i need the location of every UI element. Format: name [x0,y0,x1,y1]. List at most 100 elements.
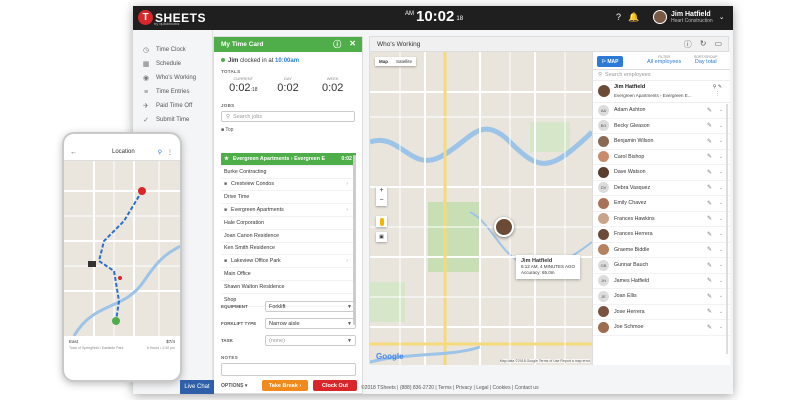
edit-icon[interactable]: ✎ [707,262,712,269]
options-button[interactable]: OPTIONS ▾ [221,383,247,389]
chevron-down-icon[interactable]: ⌄ [719,107,723,113]
chevron-down-icon[interactable]: ⌄ [719,13,725,21]
edit-icon[interactable]: ✎ [707,138,712,145]
top-jobs-toggle[interactable]: ■ Top [214,122,362,133]
back-arrow-icon[interactable]: ← [70,149,77,156]
map-toggle-button[interactable]: ⚐ MAP [597,56,623,67]
edit-icon[interactable]: ✎ [707,293,712,300]
job-item[interactable]: Hale Corporation [221,217,356,230]
edit-icon[interactable]: ✎ [707,200,712,207]
edit-icon[interactable]: ✎ [707,246,712,253]
job-item[interactable]: Ken Smith Residence [221,243,356,256]
pin-icon[interactable]: ⚲ [158,149,162,156]
chevron-down-icon[interactable]: ⌄ [719,309,723,315]
edit-icon[interactable]: ✎ [707,122,712,129]
chevron-down-icon[interactable]: ⌄ [719,231,723,237]
close-icon[interactable]: ✕ [349,39,356,50]
sidebar-item-submit-time[interactable]: ✓ Submit Time [133,113,212,127]
sidebar-item-time-entries[interactable]: ≡ Time Entries [133,85,212,99]
search-jobs-input[interactable]: ⚲ Search jobs [221,111,355,122]
map-view[interactable]: Map Satellite + − ▣ Jim Hatfield 6:12 AM… [370,52,592,365]
edit-icon[interactable]: ✎ [707,184,712,191]
chevron-down-icon[interactable]: ⌄ [719,200,723,206]
employee-row[interactable]: Frances Herrera ✎ ⌄ [593,227,730,243]
more-icon[interactable]: ⋮ [715,91,720,97]
street-view-icon[interactable]: ▣ [376,232,387,242]
job-item[interactable]: ■ Lakeview Office Park › [221,255,356,269]
edit-icon[interactable]: ✎ [707,277,712,284]
employee-row[interactable]: DV Debra Vasquez ✎ ⌄ [593,181,730,196]
edit-icon[interactable]: ✎ [718,84,722,90]
chevron-down-icon[interactable]: ⌄ [719,154,723,160]
refresh-icon[interactable]: ↻ [700,39,707,50]
chevron-down-icon[interactable]: ⌄ [719,169,723,175]
notes-textarea[interactable] [221,363,356,376]
sidebar-item-paid-time-off[interactable]: ✈ Paid Time Off [133,99,212,113]
job-item-active[interactable]: ★ Evergreen Apartments › Evergreen E 0:02 [221,153,356,166]
chevron-down-icon[interactable]: ⌄ [719,293,723,299]
chevron-down-icon[interactable]: ⌄ [719,138,723,144]
bell-icon[interactable]: 🔔 [628,12,639,23]
chevron-down-icon[interactable]: ⌄ [719,324,723,330]
footer-link-cookies[interactable]: Cookies [493,385,511,391]
sidebar-item-whos-working[interactable]: ◉ Who's Working [133,71,212,85]
footer-link-contact[interactable]: Contact us [515,385,539,391]
employee-row[interactable]: Jose Herrera ✎ ⌄ [593,305,730,320]
edit-icon[interactable]: ✎ [707,231,712,238]
chevron-down-icon[interactable]: ⌄ [719,247,723,253]
edit-icon[interactable]: ✎ [707,215,712,222]
employee-row[interactable]: Emily Chavez ✎ ⌄ [593,196,730,212]
job-item[interactable]: ■ Crestview Condos › [221,179,356,192]
map-attribution[interactable]: Map data ©2018 Google Terms of Use Repor… [499,359,590,363]
sidebar-item-schedule[interactable]: ▦ Schedule [133,57,212,71]
edit-icon[interactable]: ✎ [707,308,712,315]
chevron-down-icon[interactable]: ⌄ [719,123,723,129]
employee-row[interactable]: Benjamin Wilson ✎ ⌄ [593,134,730,150]
employee-row[interactable]: JE Joan Ellis ✎ ⌄ [593,289,730,305]
live-chat-button[interactable]: Live Chat [180,380,214,394]
employee-row[interactable]: GB Gunnar Bauch ✎ ⌄ [593,258,730,274]
map-tab-satellite[interactable]: Satellite [392,57,416,66]
chevron-down-icon[interactable]: ⌄ [719,216,723,222]
employee-row[interactable]: JH James Hatfield ✎ ⌄ [593,274,730,289]
pegman-icon[interactable] [376,216,387,227]
zoom-out-button[interactable]: − [376,196,387,206]
employee-row[interactable]: BG Becky Gleason ✎ ⌄ [593,119,730,134]
collapse-icon[interactable]: ▭ [714,39,722,50]
zoom-in-button[interactable]: + [376,186,387,196]
job-item[interactable]: ■ Evergreen Apartments › [221,204,356,217]
help-circle-icon[interactable]: ⓘ [333,39,341,50]
sort-dropdown[interactable]: SORT/GROUP Day total [694,55,717,65]
edit-icon[interactable]: ✎ [707,153,712,160]
chevron-down-icon[interactable]: ⌄ [719,278,723,284]
filter-dropdown[interactable]: FILTER All employees [647,55,681,65]
clock-out-button[interactable]: Clock Out [313,380,357,391]
footer-link-privacy[interactable]: Privacy [456,385,472,391]
job-item[interactable]: Drive Time [221,191,356,205]
employee-row[interactable]: Graeme Biddle ✎ ⌄ [593,243,730,258]
help-circle-icon[interactable]: ⓘ [684,39,692,50]
map-pin-avatar[interactable] [494,217,514,237]
employee-list-scrollbar[interactable] [726,104,728,354]
sidebar-item-time-clock[interactable]: ◷ Time Clock [133,43,212,57]
map-tab-map[interactable]: Map [375,57,392,66]
employee-row[interactable]: Dave Watson ✎ ⌄ [593,165,730,181]
employee-row[interactable]: Carol Bishop ✎ ⌄ [593,150,730,165]
edit-icon[interactable]: ✎ [707,324,712,331]
equipment-select[interactable]: Forklift ▼ [265,301,356,312]
job-item[interactable]: Main Office [221,268,356,281]
location-icon[interactable]: ⚲ [713,84,717,90]
footer-link-legal[interactable]: Legal [476,385,488,391]
chevron-down-icon[interactable]: ⌄ [719,185,723,191]
search-employees-input[interactable]: ⚲ Search employees [593,70,730,81]
employee-row[interactable]: Joe Schmoe ✎ ⌄ [593,320,730,336]
task-select[interactable]: (none) ▼ [265,335,356,346]
footer-link-terms[interactable]: Terms [438,385,452,391]
employee-row[interactable]: AA Adam Ashton ✎ ⌄ [593,103,730,119]
chevron-down-icon[interactable]: ⌄ [719,262,723,268]
user-menu[interactable]: Jim Hatfield Heart Construction ⌄ [653,10,725,24]
job-item[interactable]: Shawn Walton Residence [221,281,356,294]
edit-icon[interactable]: ✎ [707,169,712,176]
job-list-scrollbar[interactable] [353,155,356,325]
more-icon[interactable]: ⋮ [167,149,173,156]
